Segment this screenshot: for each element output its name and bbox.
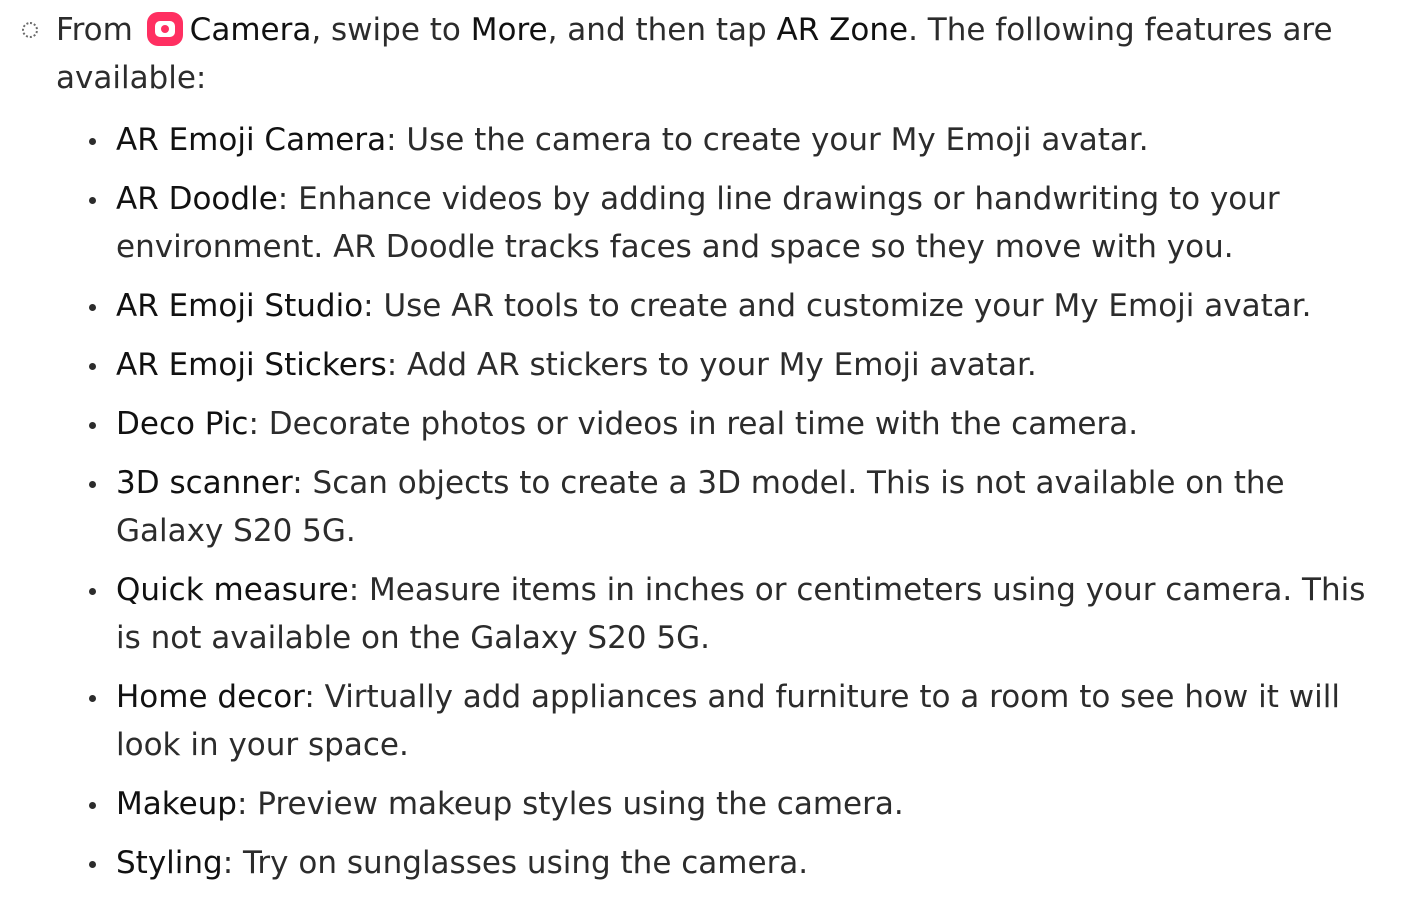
feature-name: AR Emoji Stickers [116, 347, 387, 383]
feature-description: : Decorate photos or videos in real time… [248, 406, 1139, 442]
feature-item: Home decor: Virtually add appliances and… [89, 673, 1386, 769]
feature-name: Styling [116, 845, 223, 881]
feature-item: AR Emoji Studio: Use AR tools to create … [89, 282, 1386, 330]
dotted-circle-icon [22, 22, 38, 38]
intro-text-2: , and then tap [547, 12, 777, 48]
feature-item: AR Emoji Camera: Use the camera to creat… [89, 116, 1386, 164]
feature-description: : Preview makeup styles using the camera… [237, 786, 904, 822]
feature-name: AR Doodle [116, 181, 278, 217]
feature-name: 3D scanner [116, 465, 293, 501]
feature-name: Quick measure [116, 572, 349, 608]
feature-item: Deco Pic: Decorate photos or videos in r… [89, 400, 1386, 448]
more-label: More [470, 12, 548, 48]
feature-item: Quick measure: Measure items in inches o… [89, 566, 1386, 662]
feature-item: AR Doodle: Enhance videos by adding line… [89, 175, 1386, 271]
feature-description: : Enhance videos by adding line drawings… [116, 181, 1280, 265]
feature-description: : Add AR stickers to your My Emoji avata… [386, 347, 1037, 383]
intro-prefix: From [56, 12, 143, 48]
intro-text-1: , swipe to [311, 12, 471, 48]
feature-name: AR Emoji Studio [116, 288, 364, 324]
feature-description: : Use AR tools to create and customize y… [363, 288, 1312, 324]
instruction-page: From Camera, swipe to More, and then tap… [0, 0, 1404, 919]
feature-item: 3D scanner: Scan objects to create a 3D … [89, 459, 1386, 555]
ar-zone-label: AR Zone [776, 12, 909, 48]
feature-description: : Try on sunglasses using the camera. [222, 845, 809, 881]
camera-icon [146, 12, 183, 46]
intro-paragraph: From Camera, swipe to More, and then tap… [56, 6, 1386, 102]
feature-description: : Scan objects to create a 3D model. Thi… [116, 465, 1285, 549]
feature-name: Home decor [116, 679, 305, 715]
feature-item: Styling: Try on sunglasses using the cam… [89, 839, 1386, 887]
feature-name: Deco Pic [116, 406, 249, 442]
feature-description: : Use the camera to create your My Emoji… [386, 122, 1149, 158]
feature-name: Makeup [116, 786, 237, 822]
feature-name: AR Emoji Camera [116, 122, 387, 158]
camera-label: Camera [189, 12, 312, 48]
feature-item: Makeup: Preview makeup styles using the … [89, 780, 1386, 828]
feature-item: AR Emoji Stickers: Add AR stickers to yo… [89, 341, 1386, 389]
feature-list: AR Emoji Camera: Use the camera to creat… [89, 116, 1386, 898]
